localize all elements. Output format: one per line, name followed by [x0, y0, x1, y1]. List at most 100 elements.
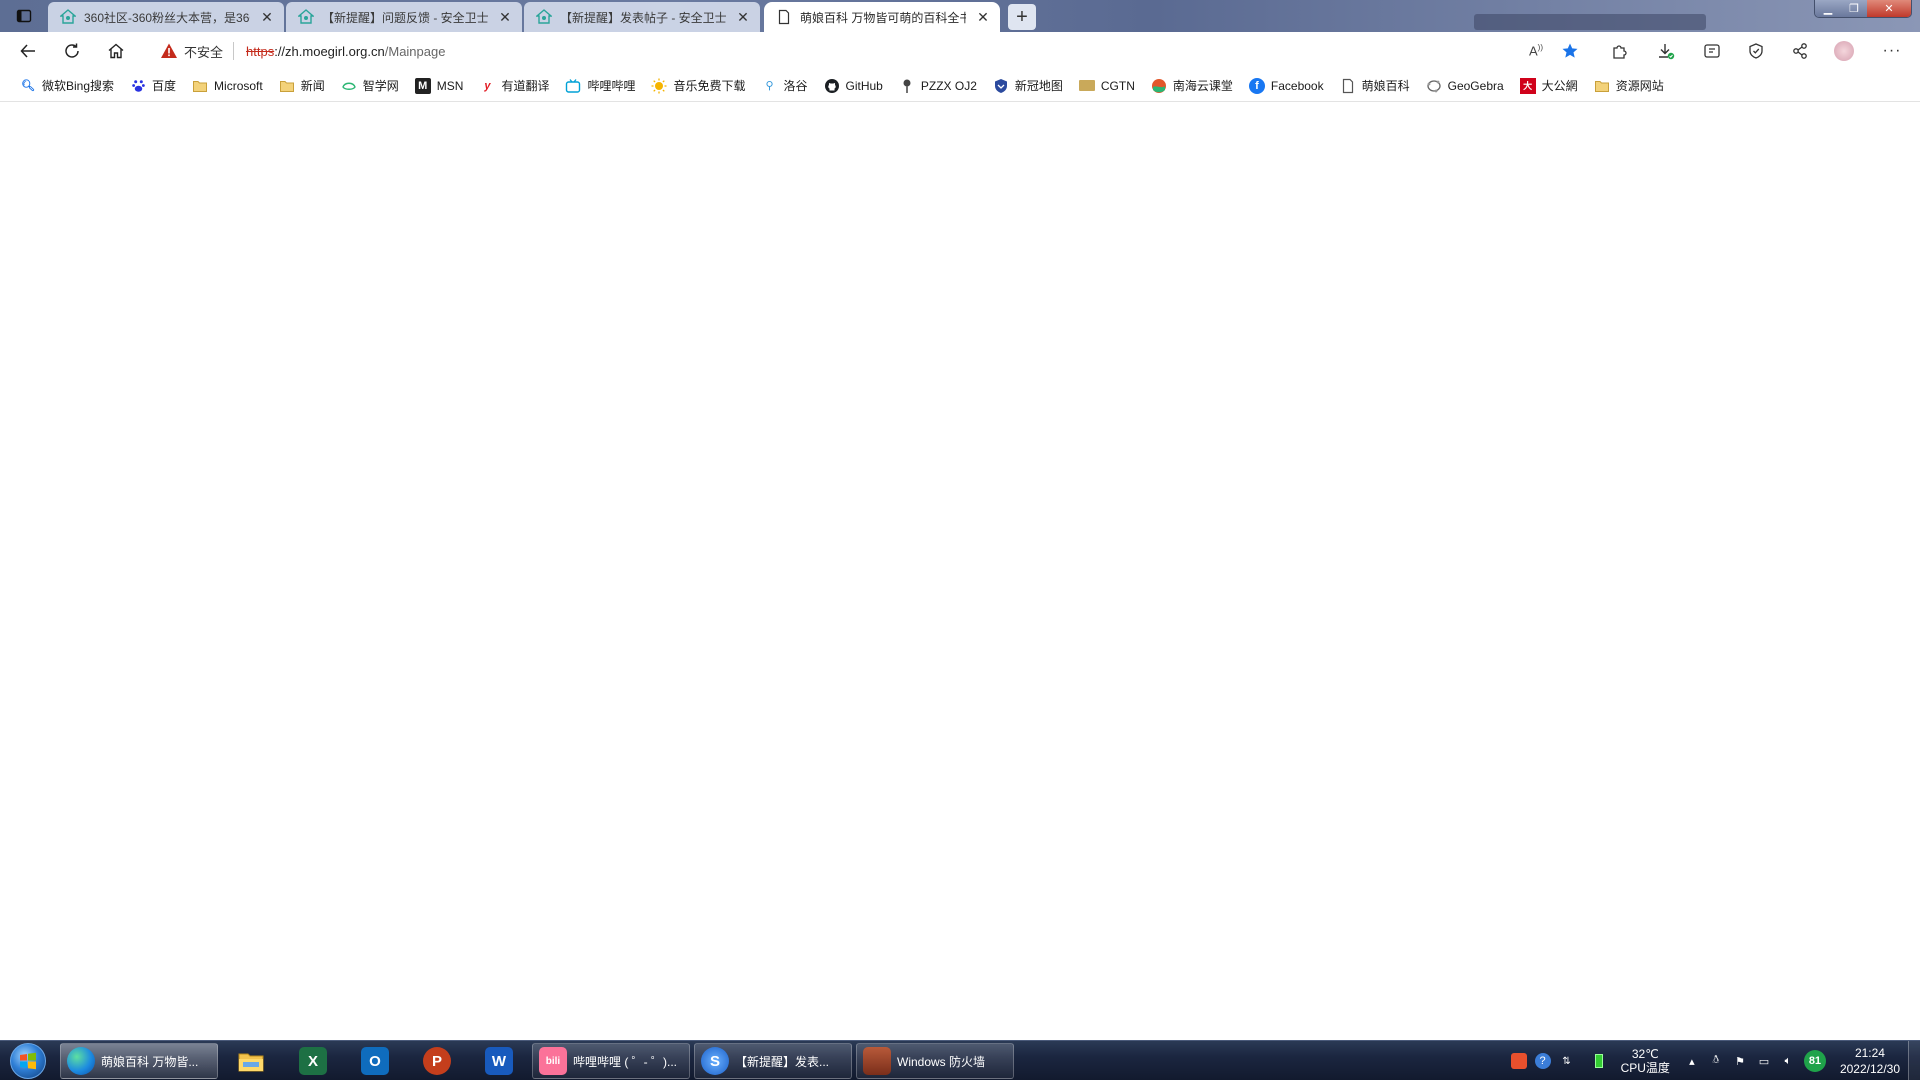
tab-360-feedback[interactable]: 【新提醒】问题反馈 - 安全卫士 - ✕ [286, 2, 522, 32]
tab-actions-menu-button[interactable] [6, 4, 42, 28]
favorite-covid-map[interactable]: 新冠地图 [985, 73, 1071, 99]
taskbar-edge-moegirl[interactable]: 萌娘百科 万物皆... [60, 1043, 218, 1079]
refresh-button[interactable] [56, 37, 88, 65]
taskbar: 萌娘百科 万物皆... X O P W bili 哔哩哔哩 ( ゜- ゜)...… [0, 1040, 1920, 1080]
settings-more-button[interactable]: ··· [1876, 37, 1908, 65]
qq-penguin-icon[interactable]: 🐧︎ [1706, 1051, 1726, 1071]
favorite-msn[interactable]: M MSN [407, 73, 472, 99]
taskbar-word[interactable]: W [472, 1043, 526, 1079]
close-window-button[interactable]: ✕ [1867, 0, 1911, 17]
action-center-flag-icon[interactable]: ⚑ [1730, 1051, 1750, 1071]
volume-icon[interactable]: 🔈︎ [1778, 1051, 1798, 1071]
cpu-temp-value: 32℃ [1631, 1047, 1659, 1061]
close-tab-icon[interactable]: ✕ [734, 8, 752, 26]
favorite-geogebra[interactable]: GeoGebra [1418, 73, 1512, 99]
download-icon [1659, 44, 1675, 60]
start-button[interactable] [6, 1042, 50, 1080]
address-bar[interactable]: 不安全 https ://zh.moegirl.org.cn /Mainpage… [146, 36, 1590, 66]
tab-360-post[interactable]: 【新提醒】发表帖子 - 安全卫士 ✕ [524, 2, 760, 32]
browser-essentials-button[interactable] [1740, 37, 1772, 65]
shield-icon [993, 78, 1009, 94]
favorite-pzzx-oj2[interactable]: PZZX OJ2 [891, 73, 985, 99]
page-content-area[interactable] [0, 103, 1920, 1040]
taskbar-sogou-browser[interactable]: S 【新提醒】发表... [694, 1043, 852, 1079]
collections-icon [1704, 44, 1720, 58]
maximize-button[interactable]: ❐ [1841, 0, 1867, 17]
puzzle-icon [1613, 45, 1627, 59]
nanhai-icon [1151, 78, 1167, 94]
collections-button[interactable] [1696, 37, 1728, 65]
favorite-star-icon[interactable] [1558, 39, 1582, 63]
taskbar-file-explorer[interactable] [224, 1043, 278, 1079]
favorite-moegirl[interactable]: 萌娘百科 [1332, 73, 1418, 99]
favorite-bing[interactable]: 🔍︎ 微软Bing搜索 [12, 73, 122, 99]
minimize-button[interactable]: ▁ [1815, 0, 1841, 17]
pin-icon [899, 78, 915, 94]
security-status-label[interactable]: 不安全 [184, 42, 223, 61]
share-button[interactable] [1784, 37, 1816, 65]
favorite-luogu[interactable]: ⚲ 洛谷 [753, 73, 815, 99]
downloads-button[interactable] [1650, 37, 1682, 65]
favorite-cgtn[interactable]: CGTN [1071, 73, 1143, 99]
close-tab-icon[interactable]: ✕ [258, 8, 276, 26]
back-button[interactable] [12, 37, 44, 65]
profile-button[interactable] [1828, 37, 1860, 65]
close-tab-icon[interactable]: ✕ [496, 8, 514, 26]
show-hidden-icons-chevron-icon[interactable]: ▴ [1682, 1051, 1702, 1071]
task-label: 哔哩哔哩 ( ゜- ゜)... [573, 1054, 677, 1069]
favorite-github[interactable]: GitHub [816, 73, 891, 99]
clock[interactable]: 21:24 2022/12/30 [1840, 1045, 1900, 1077]
page-icon [776, 9, 792, 25]
favorite-label: PZZX OJ2 [920, 78, 977, 93]
favorite-facebook[interactable]: f Facebook [1241, 73, 1332, 99]
favorite-label: 有道翻译 [501, 79, 550, 93]
taskbar-windows-firewall[interactable]: Windows 防火墙 [856, 1043, 1014, 1079]
plus-icon: + [1016, 5, 1028, 28]
360-community-icon [536, 9, 552, 25]
bilibili-icon: bili [539, 1047, 567, 1075]
home-button[interactable] [100, 37, 132, 65]
favorite-takungpao[interactable]: 大大公網 [1512, 73, 1586, 99]
search-icon: 🔍︎ [21, 80, 35, 92]
address-divider [233, 42, 235, 60]
favorite-folder-resources[interactable]: 资源网站 [1586, 73, 1672, 99]
taskbar-outlook[interactable]: O [348, 1043, 402, 1079]
powerpoint-icon: P [423, 1047, 451, 1075]
cpu-temperature[interactable]: 32℃ CPU温度 [1621, 1047, 1670, 1075]
read-aloud-icon[interactable]: A)) [1524, 39, 1548, 63]
avatar [1834, 41, 1854, 61]
tab-360-community[interactable]: 360社区-360粉丝大本营，是360 ✕ [48, 2, 284, 32]
battery-icon[interactable] [1589, 1051, 1609, 1071]
new-tab-button[interactable]: + [1008, 4, 1036, 30]
cgtn-icon [1078, 78, 1095, 94]
favorite-nanhai-cloud[interactable]: 南海云课堂 [1143, 73, 1241, 99]
show-desktop-button[interactable] [1908, 1041, 1920, 1080]
favorite-label: MSN [436, 78, 464, 93]
warning-icon[interactable] [160, 42, 178, 60]
takungpao-icon: 大 [1519, 77, 1536, 94]
tab-moegirl[interactable]: 萌娘百科 万物皆可萌的百科全书 ✕ [764, 2, 1000, 32]
taskbar-excel[interactable]: X [286, 1043, 340, 1079]
favorite-folder-microsoft[interactable]: Microsoft [184, 73, 271, 99]
close-tab-icon[interactable]: ✕ [974, 8, 992, 26]
taskbar-bilibili[interactable]: bili 哔哩哔哩 ( ゜- ゜)... [532, 1043, 690, 1079]
favorite-baidu[interactable]: 百度 [122, 73, 184, 99]
favorite-zhixue[interactable]: 智学网 [333, 73, 407, 99]
help-icon[interactable]: ? [1533, 1051, 1553, 1071]
badge-count: 81 [1803, 1050, 1826, 1072]
github-icon [824, 78, 840, 94]
facebook-icon: f [1248, 77, 1265, 94]
favorite-folder-news[interactable]: 新闻 [271, 73, 333, 99]
zhixue-icon [341, 78, 357, 94]
system-tray: ? ⇅ 32℃ CPU温度 ▴ 🐧︎ ⚑ ▭ 🔈︎ 81 21:24 2022/… [1507, 1041, 1920, 1080]
taskbar-powerpoint[interactable]: P [410, 1043, 464, 1079]
favorite-youdao[interactable]: y 有道翻译 [471, 73, 557, 99]
security-badge[interactable]: 81 [1802, 1050, 1828, 1072]
network-icon[interactable]: ▭ [1754, 1051, 1774, 1071]
sogou-ime-icon[interactable] [1509, 1051, 1529, 1071]
favorite-music-download[interactable]: 音乐免费下载 [643, 73, 753, 99]
favorite-bilibili[interactable]: 哔哩哔哩 [557, 73, 643, 99]
url-scheme: https [246, 43, 275, 59]
extensions-button[interactable] [1604, 37, 1636, 65]
network-sync-icon[interactable]: ⇅ [1557, 1051, 1577, 1071]
